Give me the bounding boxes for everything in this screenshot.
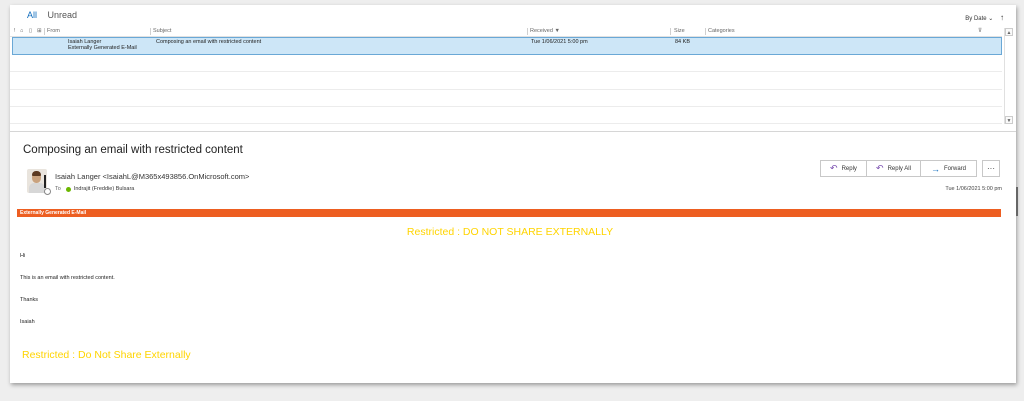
column-subject[interactable]: Subject: [153, 28, 171, 34]
outlook-window: All Unread By Date ⌄ ↑ ! ⌂ ▯ ⊞ From Subj…: [10, 5, 1016, 383]
external-banner: Externally Generated E-Mail: [17, 209, 1001, 217]
forward-icon: →: [930, 163, 940, 174]
message-actions: ↶ Reply ↶ Reply All → Forward ···: [820, 160, 1000, 177]
sort-direction-icon[interactable]: ↑: [1000, 13, 1004, 22]
sort-indicator-icon: ▼: [554, 28, 560, 34]
item-icon[interactable]: ▯: [29, 28, 32, 34]
tab-all[interactable]: All: [27, 10, 37, 20]
reply-all-button[interactable]: ↶ Reply All: [866, 160, 921, 177]
filter-tabs: All Unread: [27, 10, 85, 20]
pane-divider[interactable]: [10, 131, 1016, 132]
sort-label: By Date: [965, 16, 987, 22]
reminder-icon[interactable]: ⌂: [20, 28, 23, 34]
column-received-label: Received: [530, 28, 553, 34]
message-list: ! ⌂ ▯ ⊞ From Subject Received ▼ Size Cat…: [10, 27, 1016, 129]
filter-icon[interactable]: ⊽: [978, 28, 982, 34]
row-subject: Composing an email with restricted conte…: [156, 39, 262, 45]
tab-unread[interactable]: Unread: [48, 10, 78, 20]
more-actions-button[interactable]: ···: [982, 160, 1000, 177]
sender[interactable]: Isaiah Langer <IsaiahL@M365x493856.OnMic…: [55, 172, 249, 181]
body-line: Isaiah: [20, 319, 35, 325]
attachment-icon[interactable]: ⊞: [37, 28, 42, 34]
body-line: Hi: [20, 253, 26, 259]
column-from[interactable]: From: [47, 28, 60, 34]
forward-button[interactable]: → Forward: [920, 160, 977, 177]
column-categories[interactable]: Categories: [708, 28, 735, 34]
reply-icon: ↶: [830, 163, 838, 173]
forward-label: Forward: [943, 165, 966, 172]
row-size: 84 KB: [675, 39, 690, 45]
scroll-up-icon[interactable]: ▲: [1005, 28, 1013, 36]
reply-label: Reply: [841, 165, 857, 172]
to-label: To: [55, 186, 61, 192]
restricted-footer: Restricted : Do Not Share Externally: [22, 349, 191, 361]
presence-available-icon: [65, 186, 71, 192]
body-line: Thanks: [20, 297, 39, 303]
column-size[interactable]: Size: [674, 28, 685, 34]
message-subject: Composing an email with restricted conte…: [23, 144, 243, 156]
window-edge: [1016, 187, 1018, 216]
recipient-name[interactable]: Indrajit (Freddie) Bulsara: [74, 186, 135, 192]
reply-all-icon: ↶: [876, 163, 884, 173]
restricted-header: Restricted : DO NOT SHARE EXTERNALLY: [406, 226, 614, 238]
table-row[interactable]: Isaiah Langer Externally Generated E-Mai…: [12, 37, 1002, 55]
presence-icon: [44, 188, 51, 195]
chevron-down-icon: ⌄: [988, 16, 994, 22]
row-from-sub: Externally Generated E-Mail: [68, 45, 137, 51]
body-line: This is an email with restricted content…: [20, 275, 115, 281]
reply-button[interactable]: ↶ Reply: [820, 160, 867, 177]
row-received: Tue 1/06/2021 5:00 pm: [531, 39, 588, 45]
sort-control[interactable]: By Date ⌄ ↑: [965, 13, 1004, 22]
reply-all-label: Reply All: [887, 165, 911, 172]
recipients: To Indrajit (Freddie) Bulsara: [55, 186, 134, 192]
importance-icon[interactable]: !: [14, 28, 16, 34]
scroll-down-icon[interactable]: ▼: [1005, 116, 1013, 124]
column-received[interactable]: Received ▼: [530, 28, 560, 34]
list-header: ! ⌂ ▯ ⊞ From Subject Received ▼ Size Cat…: [10, 27, 1002, 37]
received-time: Tue 1/06/2021 5:00 pm: [945, 186, 1002, 192]
list-scrollbar[interactable]: ▲ ▼: [1004, 28, 1013, 124]
